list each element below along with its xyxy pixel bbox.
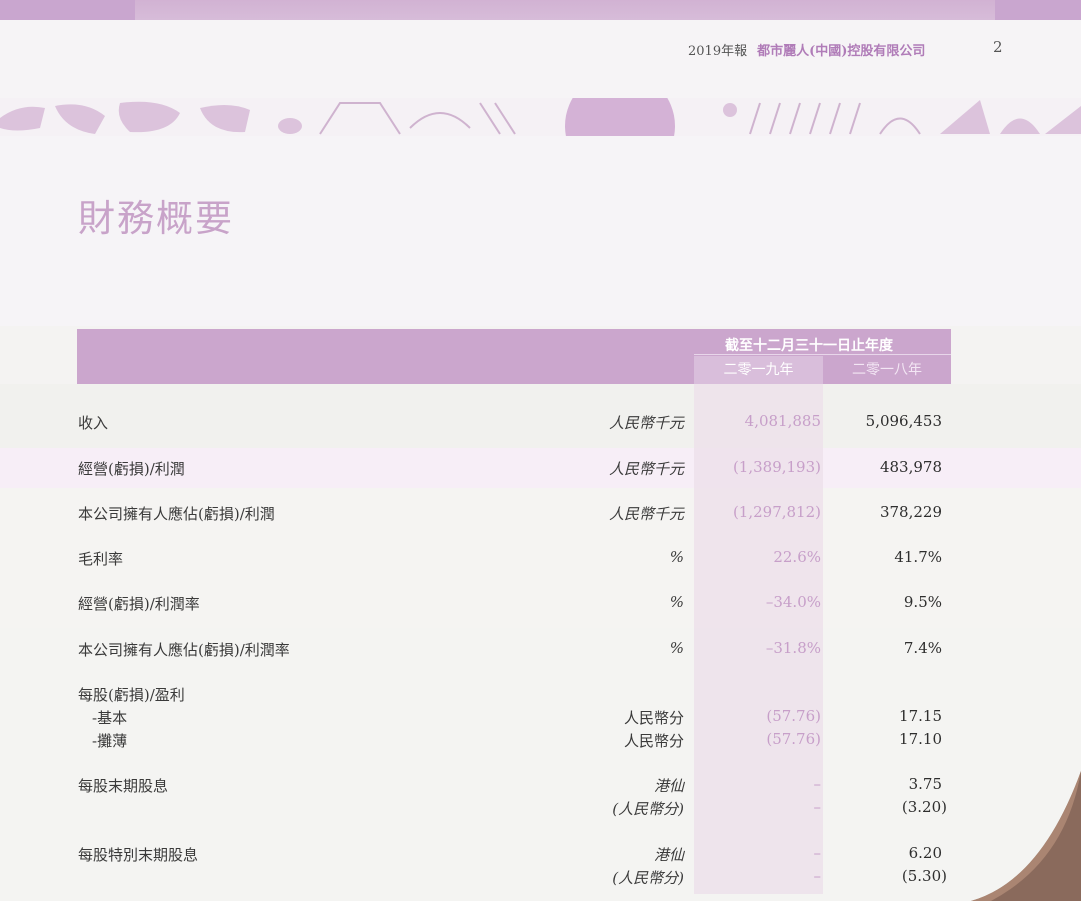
header-divider [694, 354, 951, 355]
row-unit: % [669, 593, 684, 611]
row-unit: % [669, 639, 684, 657]
running-header: 2019年報 都市麗人(中國)控股有限公司 [688, 40, 925, 59]
special-dividend-unit-rmb: (人民幣分) [612, 869, 684, 887]
value-2019: (1,389,193) [732, 458, 821, 476]
report-year: 2019年報 [688, 44, 748, 59]
interim-dividend-unit-hk: 港仙 [653, 777, 684, 795]
eps-diluted-unit: 人民幣分 [623, 732, 684, 750]
header-band [0, 20, 1081, 98]
year-2018-header: 二零一八年 [852, 362, 922, 378]
eps-basic-2018: 17.15 [899, 707, 942, 725]
interim-dividend-2019-rmb: – [813, 798, 822, 816]
row-label: 經營(虧損)/利潤 [78, 460, 185, 478]
decorative-floral-pattern [0, 98, 1081, 136]
special-dividend-2019-rmb: – [813, 867, 822, 885]
decorative-corner-curve [971, 771, 1081, 901]
interim-dividend-2018-hk: 3.75 [908, 775, 942, 793]
value-2018: 5,096,453 [865, 412, 942, 430]
special-dividend-unit-hk: 港仙 [653, 846, 684, 864]
eps-diluted-label: -攤薄 [92, 732, 128, 750]
row-label: 毛利率 [78, 550, 124, 568]
row-unit: 人民幣千元 [608, 414, 684, 432]
value-2019: –34.0% [765, 593, 821, 611]
interim-dividend-2018-rmb: (3.20) [901, 798, 947, 816]
value-2018: 378,229 [879, 503, 942, 521]
year-2019-header: 二零一九年 [694, 356, 823, 384]
company-name: 都市麗人(中國)控股有限公司 [757, 44, 926, 59]
interim-dividend-label: 每股末期股息 [78, 777, 169, 795]
row-unit: % [669, 548, 684, 566]
row-label: 本公司擁有人應佔(虧損)/利潤 [78, 505, 275, 523]
special-dividend-2018-hk: 6.20 [908, 844, 942, 862]
page-title: 財務概要 [78, 197, 234, 240]
row-label: 收入 [78, 414, 109, 432]
page-number: 2 [993, 38, 1003, 56]
row-label: 本公司擁有人應佔(虧損)/利潤率 [78, 641, 290, 659]
eps-basic-label: -基本 [92, 709, 128, 727]
special-dividend-2019-hk: – [813, 844, 822, 862]
eps-diluted-2018: 17.10 [899, 730, 942, 748]
row-unit: 人民幣千元 [608, 460, 684, 478]
value-2019: 4,081,885 [744, 412, 821, 430]
period-label: 截至十二月三十一日止年度 [725, 338, 893, 354]
value-2018: 7.4% [903, 639, 942, 657]
value-2018: 483,978 [879, 458, 942, 476]
row-label: 經營(虧損)/利潤率 [78, 595, 200, 613]
value-2019: –31.8% [765, 639, 821, 657]
value-2018: 41.7% [894, 548, 942, 566]
special-dividend-label: 每股特別末期股息 [78, 846, 199, 864]
value-2019: 22.6% [773, 548, 821, 566]
value-2018: 9.5% [903, 593, 942, 611]
eps-label: 每股(虧損)/盈利 [78, 686, 185, 704]
interim-dividend-2019-hk: – [813, 775, 822, 793]
value-2019: (1,297,812) [732, 503, 821, 521]
interim-dividend-unit-rmb: (人民幣分) [612, 800, 684, 818]
eps-basic-unit: 人民幣分 [623, 709, 684, 727]
eps-basic-2019: (57.76) [766, 707, 821, 725]
eps-diluted-2019: (57.76) [766, 730, 821, 748]
special-dividend-2018-rmb: (5.30) [901, 867, 947, 885]
row-unit: 人民幣千元 [608, 505, 684, 523]
